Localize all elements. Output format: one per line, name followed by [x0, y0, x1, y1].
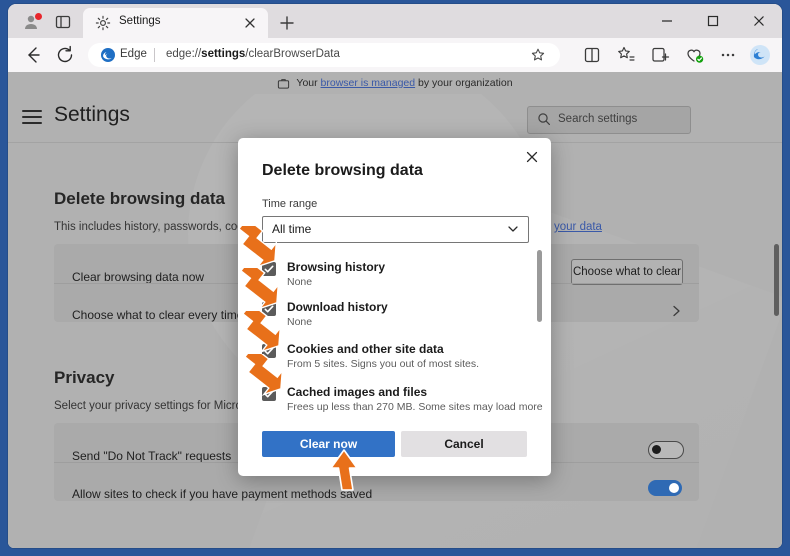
banner-text: Your browser is managed by your organiza…	[296, 77, 512, 89]
search-settings-input[interactable]: Search settings	[527, 106, 691, 134]
profile-button[interactable]	[18, 10, 46, 34]
address-bar[interactable]: Edge edge://settings/clearBrowserData	[88, 43, 560, 67]
browser-window: Settings Edge edge://settings/clearBrows…	[8, 4, 782, 548]
split-screen-icon	[55, 15, 71, 29]
option-subtitle: None	[287, 316, 313, 328]
delete-section-subtitle-link-wrap: your data	[554, 221, 602, 233]
tab-actions-button[interactable]	[50, 10, 76, 34]
maximize-icon	[707, 15, 719, 27]
profile-notification-dot	[34, 12, 43, 21]
close-icon[interactable]	[242, 15, 258, 31]
gear-icon	[95, 15, 111, 31]
annotation-cursor-pointer	[330, 449, 358, 491]
option-subtitle: Frees up less than 270 MB. Some sites ma…	[287, 401, 543, 413]
your-data-link[interactable]: your data	[554, 221, 602, 233]
tab-title: Settings	[119, 15, 161, 27]
desktop-background: Settings Edge edge://settings/clearBrows…	[0, 0, 790, 556]
favorites-icon[interactable]	[614, 43, 638, 67]
back-arrow-icon[interactable]	[21, 43, 45, 67]
cancel-button[interactable]: Cancel	[401, 431, 527, 457]
address-divider	[154, 48, 155, 62]
page-scrollbar-thumb[interactable]	[774, 244, 779, 316]
toggle-payment-methods[interactable]	[648, 480, 682, 496]
split-screen-toolbar-icon[interactable]	[580, 43, 604, 67]
favorites-star-icon[interactable]	[530, 47, 546, 63]
time-range-select[interactable]: All time	[262, 216, 529, 243]
toggle-do-not-track[interactable]	[648, 441, 684, 459]
privacy-section-title: Privacy	[54, 368, 115, 387]
search-icon	[538, 113, 550, 125]
row-label-clear-now: Clear browsing data now	[72, 270, 205, 284]
annotation-arrow-2	[239, 268, 280, 310]
row-label-do-not-track: Send "Do Not Track" requests	[72, 449, 232, 463]
settings-header: Settings Search settings	[8, 94, 782, 143]
address-url: edge://settings/clearBrowserData	[166, 48, 340, 60]
copilot-icon[interactable]	[748, 43, 772, 67]
page-title: Settings	[54, 103, 130, 126]
toggle-knob	[669, 483, 679, 493]
chevron-down-icon	[508, 226, 518, 232]
maximize-button[interactable]	[690, 4, 736, 38]
managed-browser-banner: Your browser is managed by your organiza…	[8, 72, 782, 94]
option-title: Download history	[287, 300, 388, 314]
chevron-right-icon[interactable]	[668, 303, 684, 319]
settings-and-more-icon[interactable]	[716, 43, 740, 67]
banner-suffix: by your organization	[415, 77, 513, 89]
option-title: Cookies and other site data	[287, 342, 444, 356]
address-scheme-label: Edge	[120, 48, 147, 60]
dialog-title: Delete browsing data	[262, 162, 423, 179]
title-bar: Settings	[8, 4, 782, 38]
option-title: Cached images and files	[287, 385, 428, 399]
option-subtitle: From 5 sites. Signs you out of most site…	[287, 358, 479, 370]
delete-section-title: Delete browsing data	[54, 189, 225, 208]
delete-browsing-data-dialog: Delete browsing data Time range All time…	[238, 138, 551, 476]
edge-logo-icon	[101, 48, 115, 62]
annotation-arrow-3	[241, 311, 282, 353]
browser-essentials-icon[interactable]	[682, 43, 706, 67]
new-tab-icon[interactable]	[276, 12, 298, 34]
reload-icon[interactable]	[53, 43, 77, 67]
minimize-icon	[662, 20, 672, 22]
choose-what-to-clear-button[interactable]: Choose what to clear	[571, 259, 683, 285]
browser-tab[interactable]: Settings	[83, 8, 268, 38]
dialog-scrollbar-thumb[interactable]	[537, 250, 542, 322]
window-close-icon	[754, 16, 764, 26]
url-prefix: edge://	[166, 48, 202, 60]
delete-section-subtitle: This includes history, passwords, cooki	[54, 221, 252, 233]
window-close-button[interactable]	[736, 4, 782, 38]
briefcase-icon	[278, 78, 290, 89]
navigation-toolbar: Edge edge://settings/clearBrowserData	[8, 38, 782, 72]
url-bold: settings	[201, 48, 246, 60]
time-range-label: Time range	[262, 198, 318, 210]
toggle-knob	[652, 445, 661, 454]
option-title: Browsing history	[287, 260, 386, 274]
minimize-button[interactable]	[644, 4, 690, 38]
search-placeholder: Search settings	[558, 113, 638, 125]
url-suffix: /clearBrowserData	[245, 48, 340, 60]
annotation-arrow-1	[237, 226, 278, 268]
dialog-close-icon[interactable]	[521, 146, 543, 168]
privacy-section-subtitle: Select your privacy settings for Microso	[54, 400, 255, 412]
collections-icon[interactable]	[648, 43, 672, 67]
option-subtitle: None	[287, 276, 313, 288]
managed-link[interactable]: browser is managed	[321, 77, 416, 89]
banner-prefix: Your	[296, 77, 321, 89]
annotation-arrow-4	[243, 354, 284, 396]
main-menu-icon[interactable]	[22, 110, 42, 124]
